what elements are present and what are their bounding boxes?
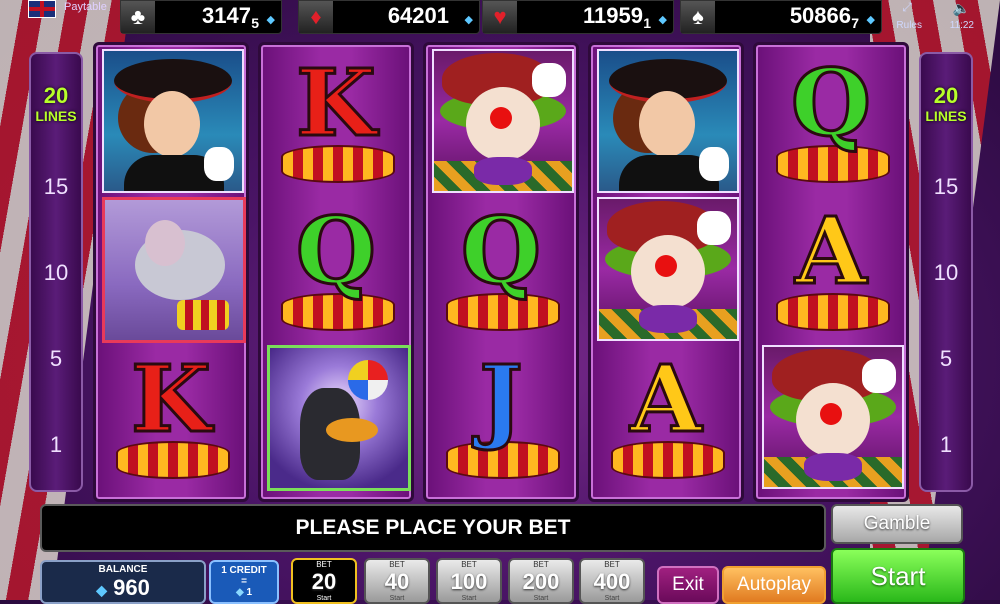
start-button[interactable]: Start (831, 548, 965, 604)
lines-indicator-right: 20 LINES 15 10 5 1 (919, 52, 973, 492)
jackpot-value: 11959 (583, 3, 643, 28)
autoplay-button[interactable]: Autoplay (722, 566, 826, 604)
line-marker[interactable]: 5 (31, 346, 81, 372)
bet-button-400[interactable]: BET 400 Start (579, 558, 645, 604)
jackpot-diamonds: ♦ 64201 ◆ (298, 0, 480, 34)
jackpot-clubs: ♣ 3147 5 ◆ (120, 0, 282, 34)
jackpot-value: 64201 (387, 3, 449, 28)
club-icon: ♣ (121, 1, 155, 33)
jackpot-sub: 7 (851, 15, 859, 31)
symbol-lady (102, 49, 244, 193)
bet-button-100[interactable]: BET 100 Start (436, 558, 502, 604)
diamond-gem-icon: ◆ (235, 587, 244, 598)
symbol-k: K (267, 49, 405, 189)
jackpot-hearts: ♥ 11959 1 ◆ (482, 0, 674, 34)
symbol-q: Q (762, 49, 900, 189)
reel-3: QJ (423, 42, 579, 502)
symbol-j: J (432, 345, 570, 485)
symbol-k: K (102, 345, 240, 485)
gamble-button[interactable]: Gamble (831, 504, 963, 544)
clock-time: 11:22 (949, 20, 974, 31)
balance-box: BALANCE ◆ 960 (40, 560, 206, 604)
lines-count: 20 (933, 83, 959, 108)
jackpot-bar: Paytable ♣ 3147 5 ◆ ♦ 64201 ◆ ♥ 11959 1 … (0, 0, 1000, 34)
heart-icon: ♥ (483, 1, 517, 33)
line-marker[interactable]: 10 (921, 260, 971, 286)
spade-icon: ♠ (681, 1, 715, 33)
line-marker[interactable]: 1 (31, 432, 81, 458)
symbol-seal (267, 345, 411, 491)
fullscreen-icon[interactable]: ⤢ (902, 0, 912, 15)
jackpot-value: 50866 (789, 3, 851, 28)
bet-button-40[interactable]: BET 40 Start (364, 558, 430, 604)
symbol-q: Q (267, 197, 405, 337)
language-flag-icon[interactable] (28, 0, 56, 18)
paytable-link[interactable]: Paytable (64, 1, 107, 13)
reel-2: KQ (258, 42, 414, 502)
diamond-gem-icon: ◆ (266, 14, 275, 26)
line-marker[interactable]: 15 (921, 174, 971, 200)
line-marker[interactable]: 15 (31, 174, 81, 200)
help-link[interactable]: Rules (896, 20, 922, 31)
symbol-elephant (102, 197, 246, 343)
jackpot-sub: 5 (251, 15, 259, 31)
symbol-lady (597, 49, 739, 193)
symbol-clown (432, 49, 574, 193)
status-message: PLEASE PLACE YOUR BET (40, 504, 826, 552)
jackpot-value: 3147 (202, 3, 251, 28)
line-marker[interactable]: 10 (31, 260, 81, 286)
balance-value: ◆ 960 (96, 575, 150, 600)
symbol-clown (597, 197, 739, 341)
diamond-gem-icon: ◆ (464, 14, 473, 26)
balance-label: BALANCE (98, 564, 148, 575)
diamond-gem-icon: ◆ (658, 14, 667, 26)
line-marker[interactable]: 1 (921, 432, 971, 458)
diamond-icon: ♦ (299, 1, 333, 33)
jackpot-spades: ♠ 50866 7 ◆ (680, 0, 882, 34)
line-marker[interactable]: 5 (921, 346, 971, 372)
symbol-clown (762, 345, 904, 489)
exit-button[interactable]: Exit (657, 566, 719, 604)
reel-1: K (93, 42, 249, 502)
bet-button-20[interactable]: BET 20 Start (291, 558, 357, 604)
lines-label: LINES (925, 108, 967, 124)
reel-5: QA (753, 42, 909, 502)
diamond-gem-icon: ◆ (866, 14, 875, 26)
lines-label: LINES (35, 108, 77, 124)
symbol-a: A (762, 197, 900, 337)
lines-indicator-left: 20 LINES 15 10 5 1 (29, 52, 83, 492)
sound-icon[interactable]: 🔈 (953, 0, 970, 17)
symbol-a: A (597, 345, 735, 485)
jackpot-sub: 1 (643, 15, 651, 31)
diamond-gem-icon: ◆ (96, 582, 107, 598)
credit-denomination-button[interactable]: 1 CREDIT = ◆ 1 (209, 560, 279, 604)
reel-4: A (588, 42, 744, 502)
bet-button-200[interactable]: BET 200 Start (508, 558, 574, 604)
symbol-q: Q (432, 197, 570, 337)
lines-count: 20 (43, 83, 69, 108)
reels-area: KKQQJAQA (93, 42, 909, 502)
